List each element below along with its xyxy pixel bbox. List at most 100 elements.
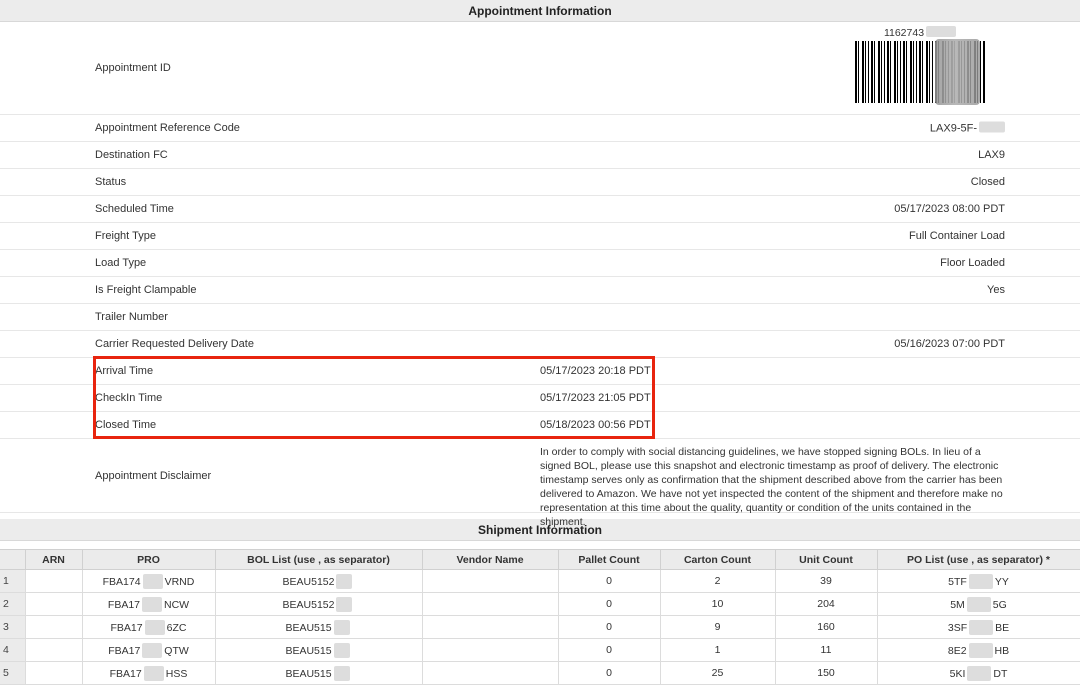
row-value-text: 05/17/2023 08:00 PDT	[894, 203, 1005, 215]
cell-carton-count: 1	[660, 639, 775, 662]
cell-arn	[25, 570, 82, 593]
appointment-id-number-text: 1162743	[884, 27, 924, 39]
bol-text: BEAU515	[285, 668, 331, 680]
pro-suffix: HSS	[166, 668, 188, 680]
table-row: 2 FBA17NCW BEAU5152 0 10 204 5M5G	[0, 593, 1080, 616]
redaction-blur	[334, 620, 350, 635]
info-row: Destination FC LAX9	[0, 142, 1080, 169]
row-label: Carrier Requested Delivery Date	[95, 338, 254, 350]
row-label: Arrival Time	[95, 365, 153, 377]
row-label: Scheduled Time	[95, 203, 174, 215]
redaction-blur	[142, 643, 162, 658]
cell-arn	[25, 662, 82, 685]
cell-carton-count: 2	[660, 570, 775, 593]
cell-pallet-count: 0	[558, 570, 660, 593]
row-value: 05/17/2023 08:00 PDT	[894, 203, 1005, 215]
redaction-blur	[336, 574, 352, 589]
info-row: Status Closed	[0, 169, 1080, 196]
row-label: Load Type	[95, 257, 146, 269]
pro-prefix: FBA17	[110, 668, 142, 680]
cell-pro: FBA174VRND	[82, 570, 215, 593]
cell-pallet-count: 0	[558, 662, 660, 685]
bol-text: BEAU515	[285, 622, 331, 634]
column-header: PRO	[82, 550, 215, 570]
cell-carton-count: 9	[660, 616, 775, 639]
cell-row-number: 3	[0, 616, 25, 639]
row-value: 05/17/2023 21:05 PDT	[540, 392, 651, 404]
appointment-id-row: Appointment ID 1162743	[0, 22, 1080, 115]
cell-vendor	[422, 616, 558, 639]
cell-carton-count: 25	[660, 662, 775, 685]
pro-prefix: FBA174	[103, 576, 141, 588]
column-header	[0, 550, 25, 570]
info-row: Arrival Time 05/17/2023 20:18 PDT	[0, 358, 1080, 385]
cell-po: 5M 5G	[877, 593, 1080, 616]
po-suffix: BE	[995, 622, 1009, 634]
row-value: Yes	[987, 284, 1005, 296]
cell-po: 3SF BE	[877, 616, 1080, 639]
po-prefix: 5M	[950, 599, 965, 611]
cell-pro: FBA176ZC	[82, 616, 215, 639]
redaction-blur	[334, 666, 350, 681]
table-row: 5 FBA17 HSS BEAU515 0 25 150 5KIDT	[0, 662, 1080, 685]
cell-vendor	[422, 639, 558, 662]
cell-po: 5TFYY	[877, 570, 1080, 593]
cell-pro: FBA17 NCW	[82, 593, 215, 616]
row-label: Freight Type	[95, 230, 156, 242]
redaction-blur	[979, 122, 1005, 133]
po-prefix: 3SF	[948, 622, 967, 634]
info-row: Is Freight Clampable Yes	[0, 277, 1080, 304]
cell-unit-count: 204	[775, 593, 877, 616]
timestamp-rows-group: Arrival Time 05/17/2023 20:18 PDT CheckI…	[0, 358, 1080, 439]
pro-suffix: NCW	[164, 599, 189, 611]
cell-unit-count: 11	[775, 639, 877, 662]
row-value: Full Container Load	[909, 230, 1005, 242]
cell-po: 5KIDT	[877, 662, 1080, 685]
po-suffix: DT	[993, 668, 1007, 680]
disclaimer-text: In order to comply with social distancin…	[540, 445, 1012, 529]
column-header: ARN	[25, 550, 82, 570]
cell-unit-count: 150	[775, 662, 877, 685]
cell-pallet-count: 0	[558, 593, 660, 616]
row-value: LAX9	[978, 149, 1005, 161]
column-header: Pallet Count	[558, 550, 660, 570]
row-value: 05/16/2023 07:00 PDT	[894, 338, 1005, 350]
cell-pallet-count: 0	[558, 616, 660, 639]
po-suffix: 5G	[993, 599, 1007, 611]
redaction-blur	[336, 597, 352, 612]
info-row: Appointment Reference Code LAX9-5F-	[0, 115, 1080, 142]
redaction-blur	[967, 666, 991, 681]
row-value-text: Yes	[987, 284, 1005, 296]
disclaimer-row: Appointment Disclaimer In order to compl…	[0, 439, 1080, 513]
cell-po: 8E2HB	[877, 639, 1080, 662]
cell-unit-count: 39	[775, 570, 877, 593]
row-value-text: Closed	[971, 176, 1005, 188]
row-value: LAX9-5F-	[930, 122, 1005, 135]
redaction-blur	[334, 643, 350, 658]
appointment-id-number: 1162743	[855, 26, 985, 39]
redaction-blur	[967, 597, 991, 612]
po-suffix: HB	[995, 645, 1010, 657]
bol-text: BEAU5152	[283, 576, 335, 588]
column-header: Carton Count	[660, 550, 775, 570]
redaction-blur	[142, 597, 162, 612]
timestamp-rows: Arrival Time 05/17/2023 20:18 PDT CheckI…	[0, 358, 1080, 439]
row-value-text: 05/16/2023 07:00 PDT	[894, 338, 1005, 350]
cell-row-number: 5	[0, 662, 25, 685]
row-label: Closed Time	[95, 419, 156, 431]
pro-prefix: FBA17	[108, 599, 140, 611]
column-header: BOL List (use , as separator)	[215, 550, 422, 570]
redaction-blur	[144, 666, 164, 681]
cell-carton-count: 10	[660, 593, 775, 616]
info-row: CheckIn Time 05/17/2023 21:05 PDT	[0, 385, 1080, 412]
table-row: 3 FBA176ZC BEAU515 0 9 160 3SFBE	[0, 616, 1080, 639]
appointment-snapshot-page: Appointment Information Appointment ID 1…	[0, 0, 1080, 685]
cell-arn	[25, 639, 82, 662]
row-label: Status	[95, 176, 126, 188]
row-value-text: 05/18/2023 00:56 PDT	[540, 419, 651, 431]
redaction-blur	[969, 574, 993, 589]
cell-bol: BEAU515	[215, 616, 422, 639]
cell-bol: BEAU515	[215, 639, 422, 662]
info-row: Trailer Number	[0, 304, 1080, 331]
redaction-blur	[926, 26, 956, 37]
